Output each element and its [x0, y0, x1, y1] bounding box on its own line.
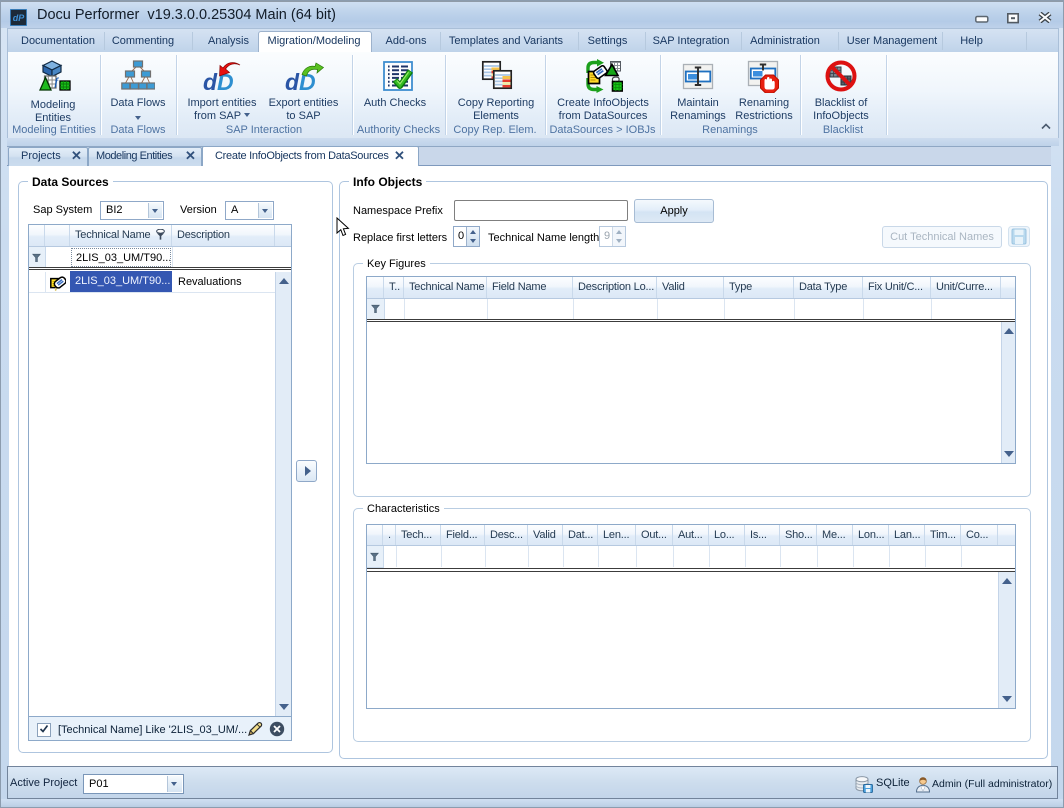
- svg-text:d: d: [285, 69, 300, 93]
- svg-text:f: f: [55, 76, 60, 88]
- svg-text:d: d: [203, 69, 218, 93]
- svg-text:dP: dP: [13, 13, 25, 23]
